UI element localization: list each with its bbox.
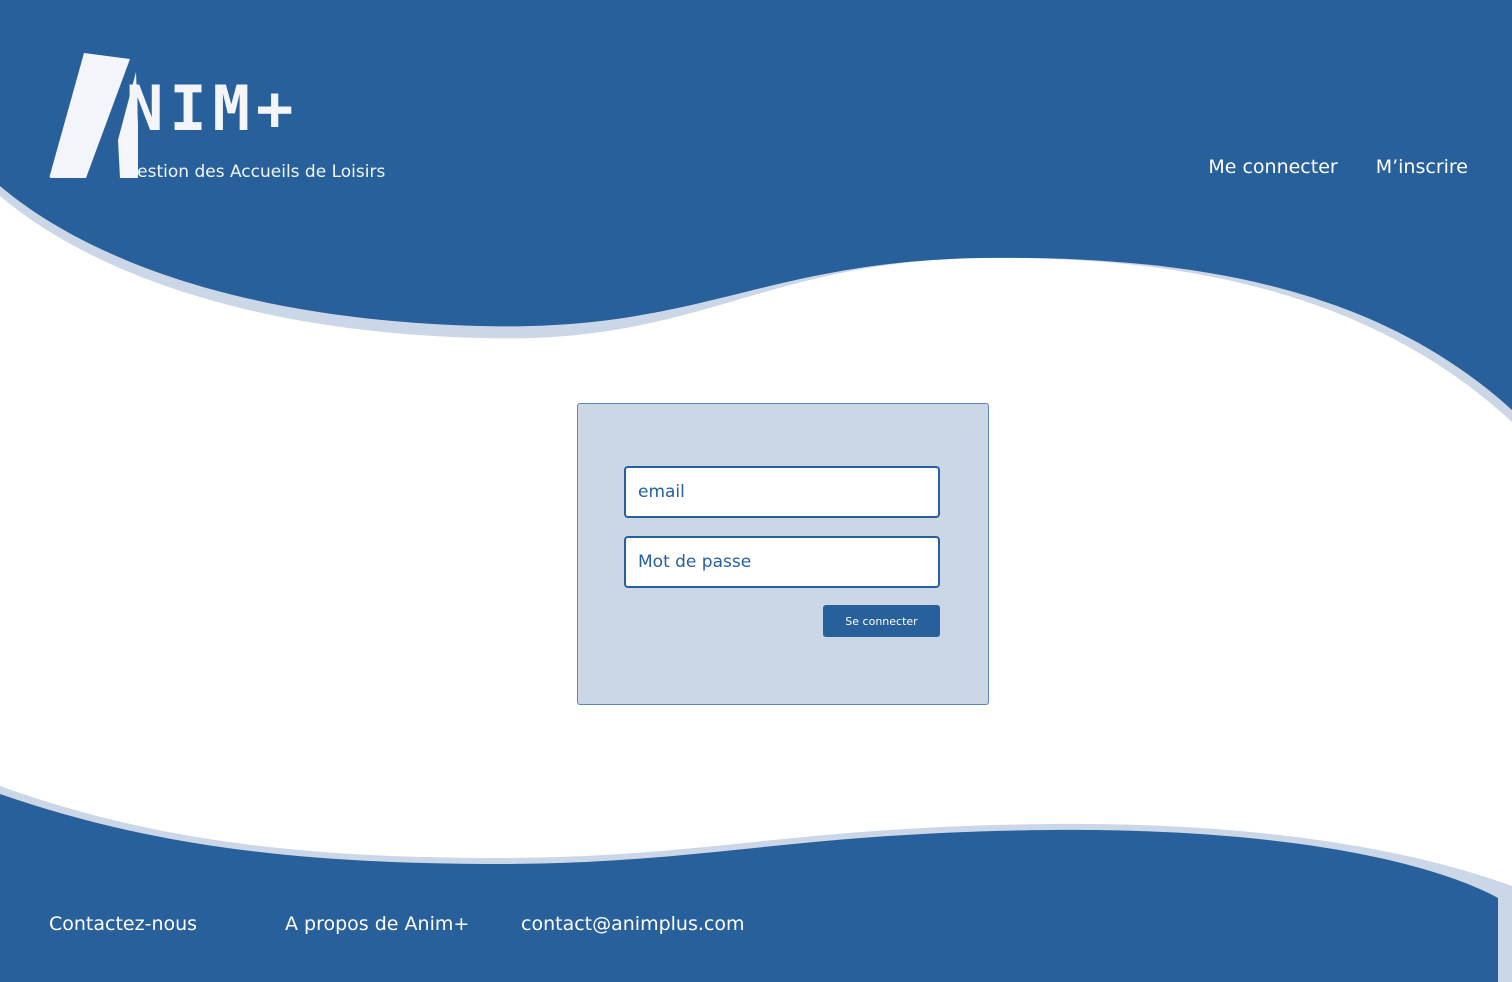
- login-link[interactable]: Me connecter: [1208, 156, 1337, 178]
- footer-wave: [0, 794, 1498, 982]
- login-form-card: Se connecter: [577, 403, 989, 705]
- footer-contact-link[interactable]: Contactez-nous: [49, 913, 197, 935]
- login-submit-button[interactable]: Se connecter: [823, 605, 940, 637]
- brand-logo[interactable]: NIM+ Gestion des Accueils de Loisirs: [48, 50, 418, 190]
- header-nav: Me connecter M’inscrire: [1208, 156, 1468, 178]
- email-input[interactable]: [624, 466, 940, 518]
- footer-about-link[interactable]: A propos de Anim+: [285, 913, 469, 935]
- password-input[interactable]: [624, 536, 940, 588]
- signup-link[interactable]: M’inscrire: [1376, 156, 1468, 178]
- footer-email-link[interactable]: contact@animplus.com: [521, 913, 744, 935]
- login-page: NIM+ Gestion des Accueils de Loisirs Me …: [0, 0, 1512, 982]
- brand-name: NIM+: [126, 72, 300, 145]
- brand-tagline: Gestion des Accueils de Loisirs: [124, 162, 386, 182]
